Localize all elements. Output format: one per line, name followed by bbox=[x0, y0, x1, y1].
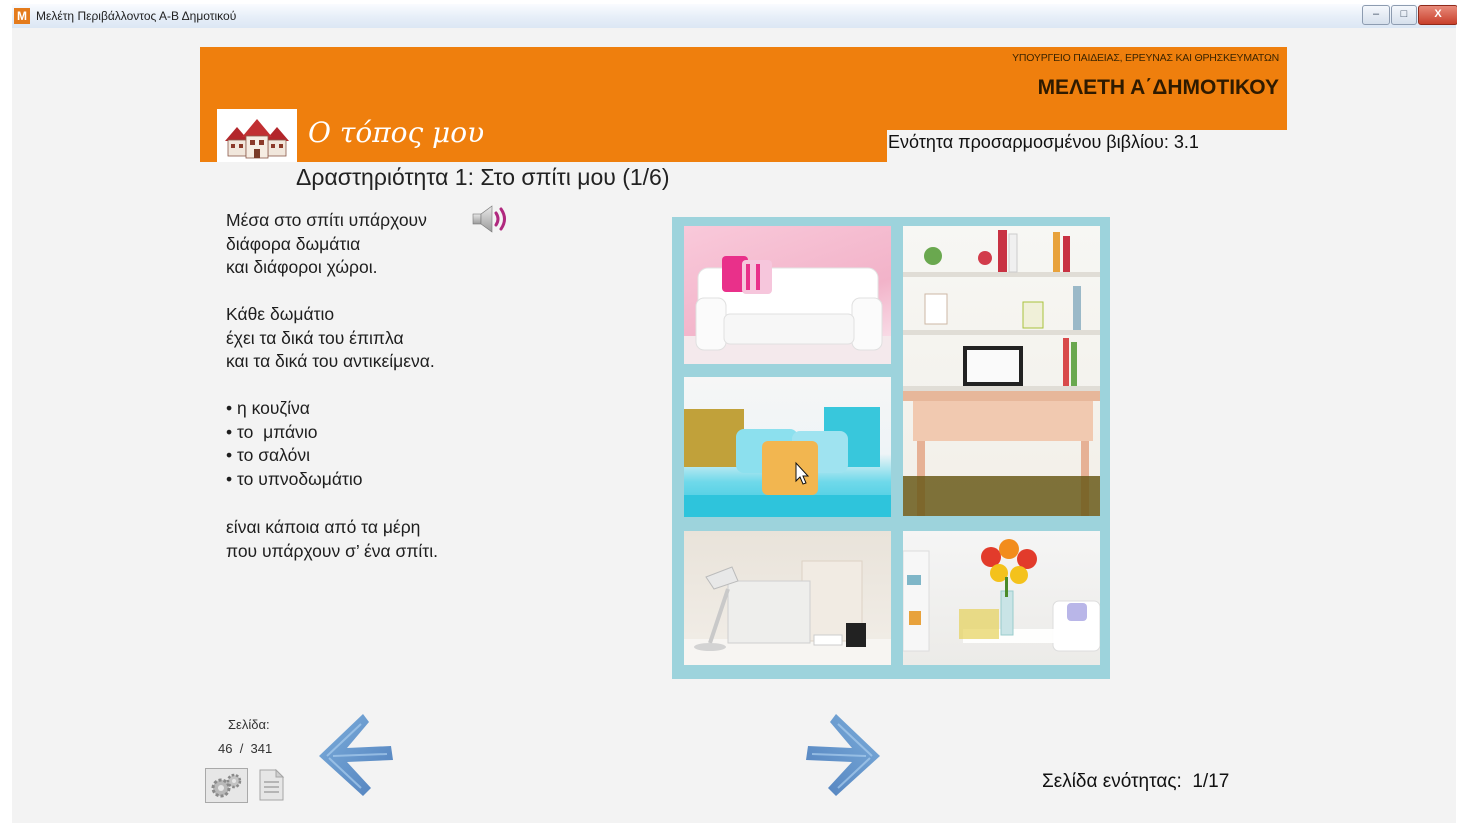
activity-title: Δραστηριότητα 1: Στο σπίτι μου (1/6) bbox=[296, 164, 670, 190]
window-titlebar: M Μελέτη Περιβάλλοντος Α-Β Δημοτικού – □… bbox=[12, 4, 1457, 29]
bookshelf-desk-photo bbox=[903, 226, 1100, 516]
grade-title: ΜΕΛΕΤΗ Α΄ΔΗΜΟΤΙΚΟΥ bbox=[1037, 76, 1279, 99]
bed-pillows-photo bbox=[684, 377, 891, 517]
text-line: Μέσα στο σπίτι υπάρχουν bbox=[226, 210, 427, 230]
page-current: 46 bbox=[218, 741, 233, 756]
page-separator: / bbox=[232, 741, 251, 756]
text-line: που υπάρχουν σ’ ένα σπίτι. bbox=[226, 540, 438, 561]
flowers-living-room-photo bbox=[903, 531, 1100, 665]
right-arrow-icon bbox=[806, 714, 880, 796]
list-item: • η κουζίνα bbox=[226, 398, 310, 418]
text-line: είναι κάποια από τα μέρη bbox=[226, 517, 421, 537]
list-item: • το μπάνιο bbox=[226, 421, 318, 442]
close-button[interactable]: X bbox=[1418, 5, 1457, 25]
document-icon[interactable] bbox=[257, 768, 285, 801]
paragraph-intro: Μέσα στο σπίτι υπάρχουν διάφορα δωμάτια … bbox=[226, 209, 427, 280]
text-line: και διάφοροι χώροι. bbox=[226, 257, 378, 278]
text-line: διάφορα δωμάτια bbox=[226, 233, 361, 254]
minimize-button[interactable]: – bbox=[1362, 5, 1390, 25]
maximize-button[interactable]: □ bbox=[1391, 5, 1417, 25]
paragraph-rooms: Κάθε δωμάτιο έχει τα δικά του έπιπλα και… bbox=[226, 303, 435, 374]
page-label: Σελίδα: bbox=[228, 717, 270, 732]
list-item: • το σαλόνι bbox=[226, 445, 311, 466]
rooms-list: • η κουζίνα • το μπάνιο • το σαλόνι • το… bbox=[226, 397, 363, 491]
text-line: Κάθε δωμάτιο bbox=[226, 304, 335, 324]
unit-label: Ενότητα προσαρμοσμένου βιβλίου: 3.1 bbox=[888, 132, 1199, 152]
list-item: • το υπνοδωμάτιο bbox=[226, 468, 363, 489]
paragraph-conclusion: είναι κάποια από τα μέρη που υπάρχουν σ’… bbox=[226, 516, 438, 563]
settings-button[interactable] bbox=[205, 768, 248, 803]
section-title: Ο τόπος μου bbox=[308, 116, 485, 149]
page-total: 341 bbox=[250, 741, 273, 756]
previous-page-button[interactable] bbox=[313, 710, 395, 798]
text-line: και τα δικά του αντικείμενα. bbox=[226, 351, 435, 372]
speaker-icon[interactable] bbox=[470, 202, 514, 236]
sofa-photo bbox=[684, 226, 891, 364]
left-arrow-icon bbox=[319, 714, 393, 796]
header-tab bbox=[200, 130, 887, 162]
desk-lamp-laptop-photo bbox=[684, 531, 891, 665]
text-line: έχει τα δικά του έπιπλα bbox=[226, 327, 404, 348]
app-icon: M bbox=[14, 8, 30, 24]
gears-icon bbox=[211, 773, 242, 798]
page-counter: 46 / 341 bbox=[218, 741, 272, 756]
window-title: Μελέτη Περιβάλλοντος Α-Β Δημοτικού bbox=[36, 9, 237, 23]
houses-logo-icon bbox=[217, 109, 297, 162]
next-page-button[interactable] bbox=[804, 710, 886, 798]
ministry-label: ΥΠΟΥΡΓΕΙΟ ΠΑΙΔΕΙΑΣ, ΕΡΕΥΝΑΣ ΚΑΙ ΘΡΗΣΚΕΥΜ… bbox=[1012, 52, 1279, 64]
unit-page-indicator: Σελίδα ενότητας: 1/17 bbox=[1042, 771, 1230, 792]
